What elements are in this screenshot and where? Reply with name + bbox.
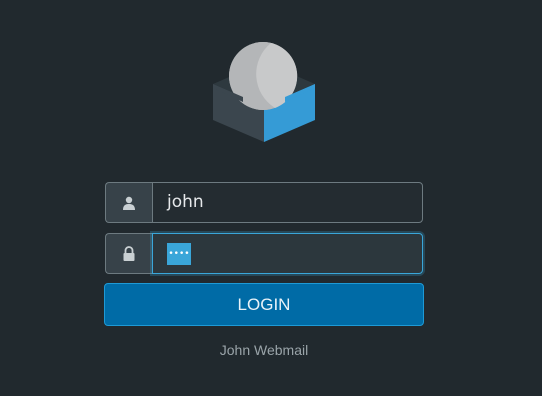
user-icon	[123, 196, 135, 210]
username-field: john	[105, 182, 423, 223]
password-field: ••••	[105, 233, 423, 274]
login-button[interactable]: LOGIN	[104, 283, 424, 326]
password-addon	[105, 233, 152, 274]
login-page: john •••• LOGIN John Webmail	[0, 0, 542, 396]
username-input[interactable]: john	[152, 182, 423, 223]
password-mask: ••••	[167, 243, 191, 265]
username-addon	[105, 182, 152, 223]
lock-icon	[123, 246, 135, 261]
password-input[interactable]: ••••	[152, 233, 423, 274]
roundcube-logo	[213, 42, 315, 142]
product-name: John Webmail	[219, 342, 309, 358]
